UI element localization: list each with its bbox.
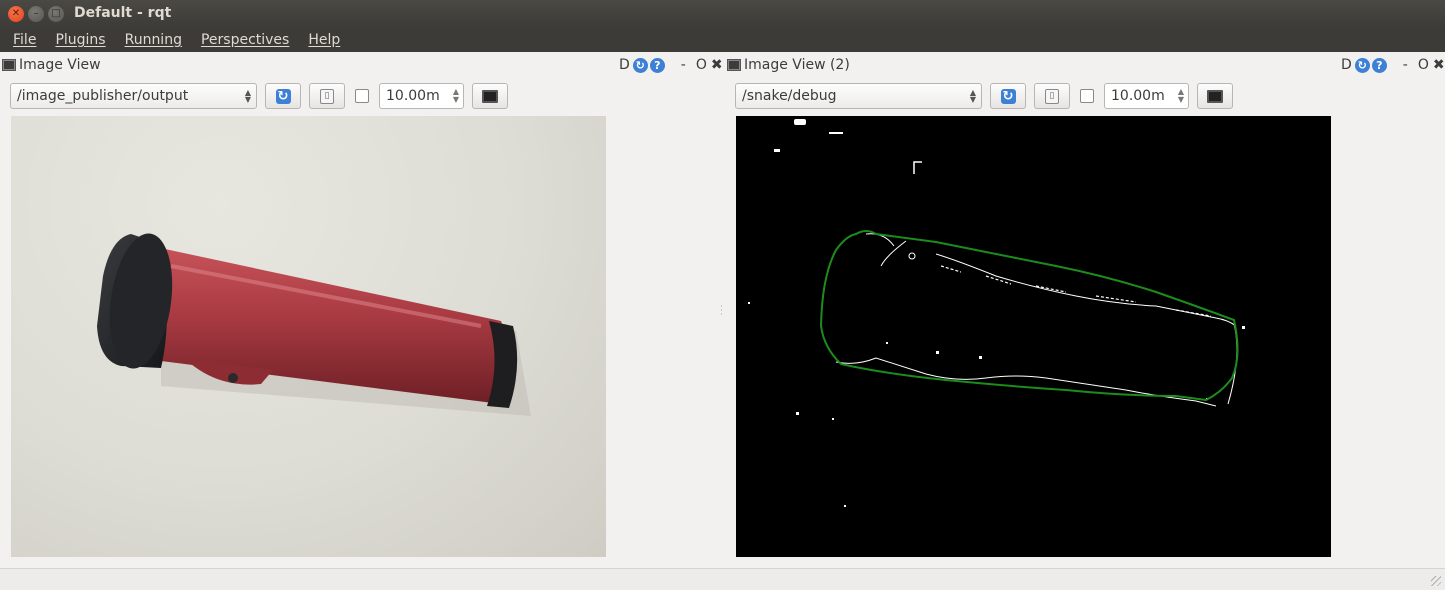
- window-close-button[interactable]: ✕: [8, 6, 24, 22]
- float-panel-button[interactable]: O: [696, 57, 707, 73]
- resize-grip-icon[interactable]: [1431, 576, 1441, 586]
- menu-bar: File Plugins Running Perspectives Help: [0, 28, 1445, 52]
- flashlight-photo: [97, 233, 531, 416]
- window-minimize-button[interactable]: –: [28, 6, 44, 22]
- spin-arrows-icon: ▲ ▼: [452, 87, 459, 104]
- menu-help[interactable]: Help: [308, 32, 340, 48]
- spin-arrows-icon: ▲ ▼: [1177, 87, 1184, 104]
- fit-view-button[interactable]: [1197, 83, 1233, 109]
- help-icon[interactable]: ?: [649, 57, 665, 73]
- panel-title: Image View (2): [744, 57, 850, 73]
- chevron-updown-icon: ▲ ▼: [244, 88, 251, 104]
- menu-running[interactable]: Running: [125, 32, 182, 48]
- topic-select[interactable]: /snake/debug ▲ ▼: [735, 83, 982, 109]
- fit-view-button[interactable]: [472, 83, 508, 109]
- smooth-scaling-checkbox[interactable]: [1080, 89, 1094, 103]
- panel-window-icon: [727, 59, 741, 71]
- save-icon: ▯: [320, 88, 334, 104]
- zoom-spinbox[interactable]: 10.00m ▲ ▼: [379, 83, 464, 109]
- panel-title: Image View: [19, 57, 101, 73]
- monitor-icon: [482, 89, 498, 103]
- maximize-icon: □: [51, 8, 61, 19]
- float-panel-button[interactable]: O: [1418, 57, 1429, 73]
- close-panel-button[interactable]: ✖: [1433, 57, 1445, 73]
- refresh-topics-button[interactable]: ↻: [265, 83, 301, 109]
- save-icon: ▯: [1045, 88, 1059, 104]
- status-bar: [0, 568, 1445, 590]
- panel-window-icon: [2, 59, 16, 71]
- dock-button[interactable]: D: [1341, 57, 1352, 73]
- minimize-icon: –: [33, 8, 39, 19]
- close-icon: ✕: [11, 8, 21, 19]
- image-view-canvas[interactable]: [11, 116, 606, 557]
- save-image-button[interactable]: ▯: [309, 83, 345, 109]
- panel-controls: D ↻ ? - O ✖: [1341, 56, 1445, 74]
- zoom-value: 10.00m: [386, 88, 440, 104]
- smooth-scaling-checkbox[interactable]: [355, 89, 369, 103]
- monitor-icon: [1207, 89, 1223, 103]
- reload-icon[interactable]: ↻: [632, 57, 648, 73]
- zoom-value: 10.00m: [1111, 88, 1165, 104]
- window-title: Default - rqt: [74, 5, 172, 21]
- topic-value: /snake/debug: [742, 88, 837, 104]
- panel-controls: D ↻ ? - O ✖: [619, 56, 723, 74]
- topic-select[interactable]: /image_publisher/output ▲ ▼: [10, 83, 257, 109]
- menu-plugins[interactable]: Plugins: [55, 32, 105, 48]
- title-bar: ✕ – □ Default - rqt: [0, 0, 1445, 28]
- snake-debug-image: [748, 119, 1245, 507]
- help-icon[interactable]: ?: [1371, 57, 1387, 73]
- menu-perspectives[interactable]: Perspectives: [201, 32, 289, 48]
- window-maximize-button[interactable]: □: [48, 6, 64, 22]
- close-panel-button[interactable]: ✖: [711, 57, 723, 73]
- reload-icon[interactable]: ↻: [1354, 57, 1370, 73]
- save-image-button[interactable]: ▯: [1034, 83, 1070, 109]
- splitter-handle[interactable]: · · ·: [720, 303, 723, 320]
- image-view-panel-1: Image View D ↻ ? - O ✖ /image_publisher/…: [2, 52, 723, 568]
- debug-image-canvas[interactable]: [736, 116, 1331, 557]
- chevron-updown-icon: ▲ ▼: [969, 88, 976, 104]
- panel-title-bar: Image View: [2, 56, 101, 74]
- dock-button[interactable]: D: [619, 57, 630, 73]
- zoom-spinbox[interactable]: 10.00m ▲ ▼: [1104, 83, 1189, 109]
- menu-file[interactable]: File: [13, 32, 36, 48]
- minimize-panel-button[interactable]: -: [1403, 57, 1408, 73]
- refresh-topics-button[interactable]: ↻: [990, 83, 1026, 109]
- image-view-panel-2: Image View (2) D ↻ ? - O ✖ /snake/debug …: [727, 52, 1445, 568]
- minimize-panel-button[interactable]: -: [681, 57, 686, 73]
- refresh-icon: ↻: [1000, 88, 1016, 104]
- topic-value: /image_publisher/output: [17, 88, 189, 104]
- panel-title-bar: Image View (2): [727, 56, 850, 74]
- refresh-icon: ↻: [275, 88, 291, 104]
